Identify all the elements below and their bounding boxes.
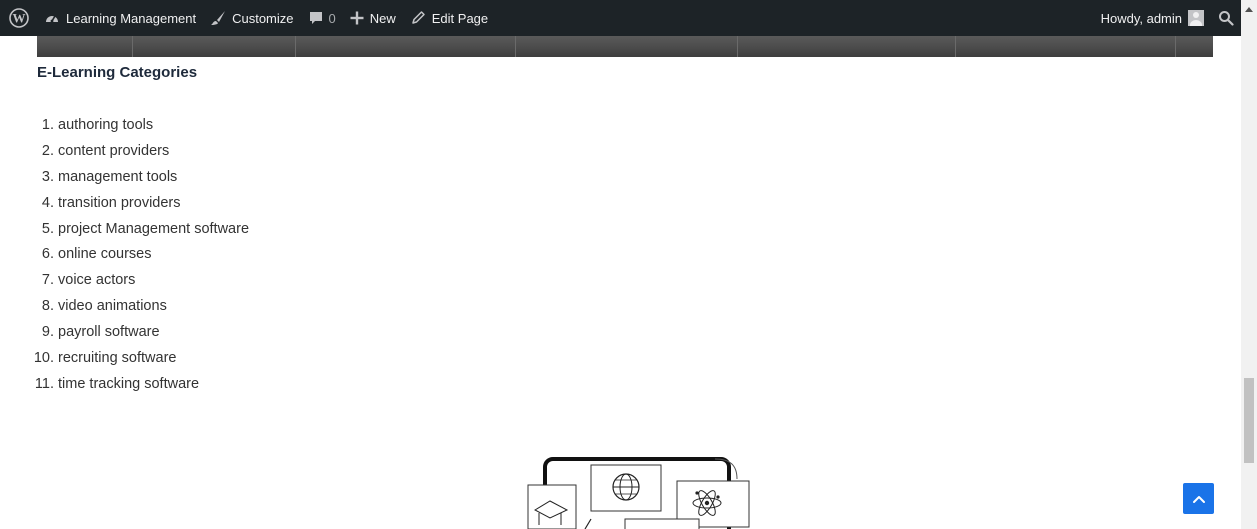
comments-count: 0 — [328, 10, 336, 26]
customize-label: Customize — [232, 10, 294, 26]
page-scrollbar[interactable] — [1241, 0, 1257, 529]
categories-heading: E-Learning Categories — [37, 64, 198, 81]
categories-list: 1. authoring tools 2. content providers 3. ma… — [0, 114, 400, 399]
list-item-label: video animations — [58, 298, 167, 315]
list-item: 11. time tracking software — [0, 373, 400, 399]
page: W Learning Management Customize 0 New Ed… — [0, 0, 1257, 529]
list-item-label: payroll software — [58, 324, 160, 341]
list-item-label: recruiting software — [58, 350, 177, 367]
scrollbar-thumb[interactable] — [1244, 378, 1254, 463]
svg-text:W: W — [13, 11, 26, 26]
list-item: 8. video animations — [0, 295, 400, 321]
e-learning-illustration — [527, 457, 750, 529]
plus-icon — [350, 11, 364, 25]
list-item-label: online courses — [58, 246, 152, 263]
list-item: 9. payroll software — [0, 321, 400, 347]
customize-link[interactable]: Customize — [203, 0, 300, 36]
admin-bar: W Learning Management Customize 0 New Ed… — [0, 0, 1241, 36]
howdy-label: Howdy, admin — [1100, 10, 1182, 26]
wordpress-logo-icon: W — [9, 8, 29, 28]
cropped-banner-image — [37, 36, 1213, 57]
list-item-label: authoring tools — [58, 117, 154, 133]
new-label: New — [369, 10, 396, 26]
list-item-number: 1. — [41, 117, 54, 133]
list-item-label: transition providers — [58, 194, 181, 211]
site-name-link[interactable]: Learning Management — [37, 0, 203, 36]
scroll-up-arrow[interactable] — [1241, 0, 1257, 17]
list-item: 1. authoring tools — [0, 114, 400, 140]
list-item: 4. transition providers — [0, 192, 400, 218]
comment-bubble-icon — [309, 12, 322, 24]
list-item-number: 11. — [34, 375, 54, 392]
search-icon — [1219, 11, 1234, 26]
list-item-label: time tracking software — [58, 375, 200, 392]
list-item-label: project Management software — [58, 220, 250, 237]
list-item-number: 2. — [41, 142, 54, 159]
list-item-label: content providers — [58, 142, 170, 159]
list-item-number: 8. — [41, 298, 54, 315]
my-account-menu[interactable]: Howdy, admin — [1094, 0, 1211, 36]
edit-page-label: Edit Page — [431, 10, 489, 26]
pencil-icon — [412, 11, 425, 24]
wordpress-menu[interactable]: W — [0, 0, 37, 36]
edit-page-link[interactable]: Edit Page — [403, 0, 495, 36]
list-item-number: 9. — [41, 324, 54, 341]
list-item: 7. voice actors — [0, 269, 400, 295]
paintbrush-icon — [211, 11, 226, 25]
site-name-label: Learning Management — [66, 10, 197, 26]
comments-link[interactable]: 0 — [301, 0, 343, 36]
list-item-number: 6. — [41, 246, 54, 263]
list-item-label: management tools — [58, 168, 178, 185]
caret-up-icon — [1245, 6, 1253, 12]
list-item-number: 3. — [41, 168, 54, 185]
list-item-number: 10. — [33, 350, 54, 367]
dashboard-icon — [46, 15, 58, 23]
list-item-number: 7. — [41, 272, 54, 289]
new-content-link[interactable]: New — [343, 0, 403, 36]
list-item: 6. online courses — [0, 243, 400, 269]
search-button[interactable] — [1211, 0, 1241, 36]
page-content: E-Learning Categories 1. authoring tools 2… — [34, 62, 249, 392]
list-item: 3. management tools — [0, 166, 400, 192]
back-to-top-button[interactable] — [1183, 483, 1214, 514]
list-item: 5. project Management software — [0, 218, 400, 244]
list-item-number: 4. — [41, 194, 54, 211]
list-item: 2. content providers — [0, 140, 400, 166]
chevron-up-icon — [1192, 495, 1205, 503]
avatar — [1188, 10, 1204, 26]
list-item: 10. recruiting software — [0, 347, 400, 373]
list-item-number: 5. — [41, 220, 54, 237]
list-item-label: voice actors — [58, 272, 136, 289]
